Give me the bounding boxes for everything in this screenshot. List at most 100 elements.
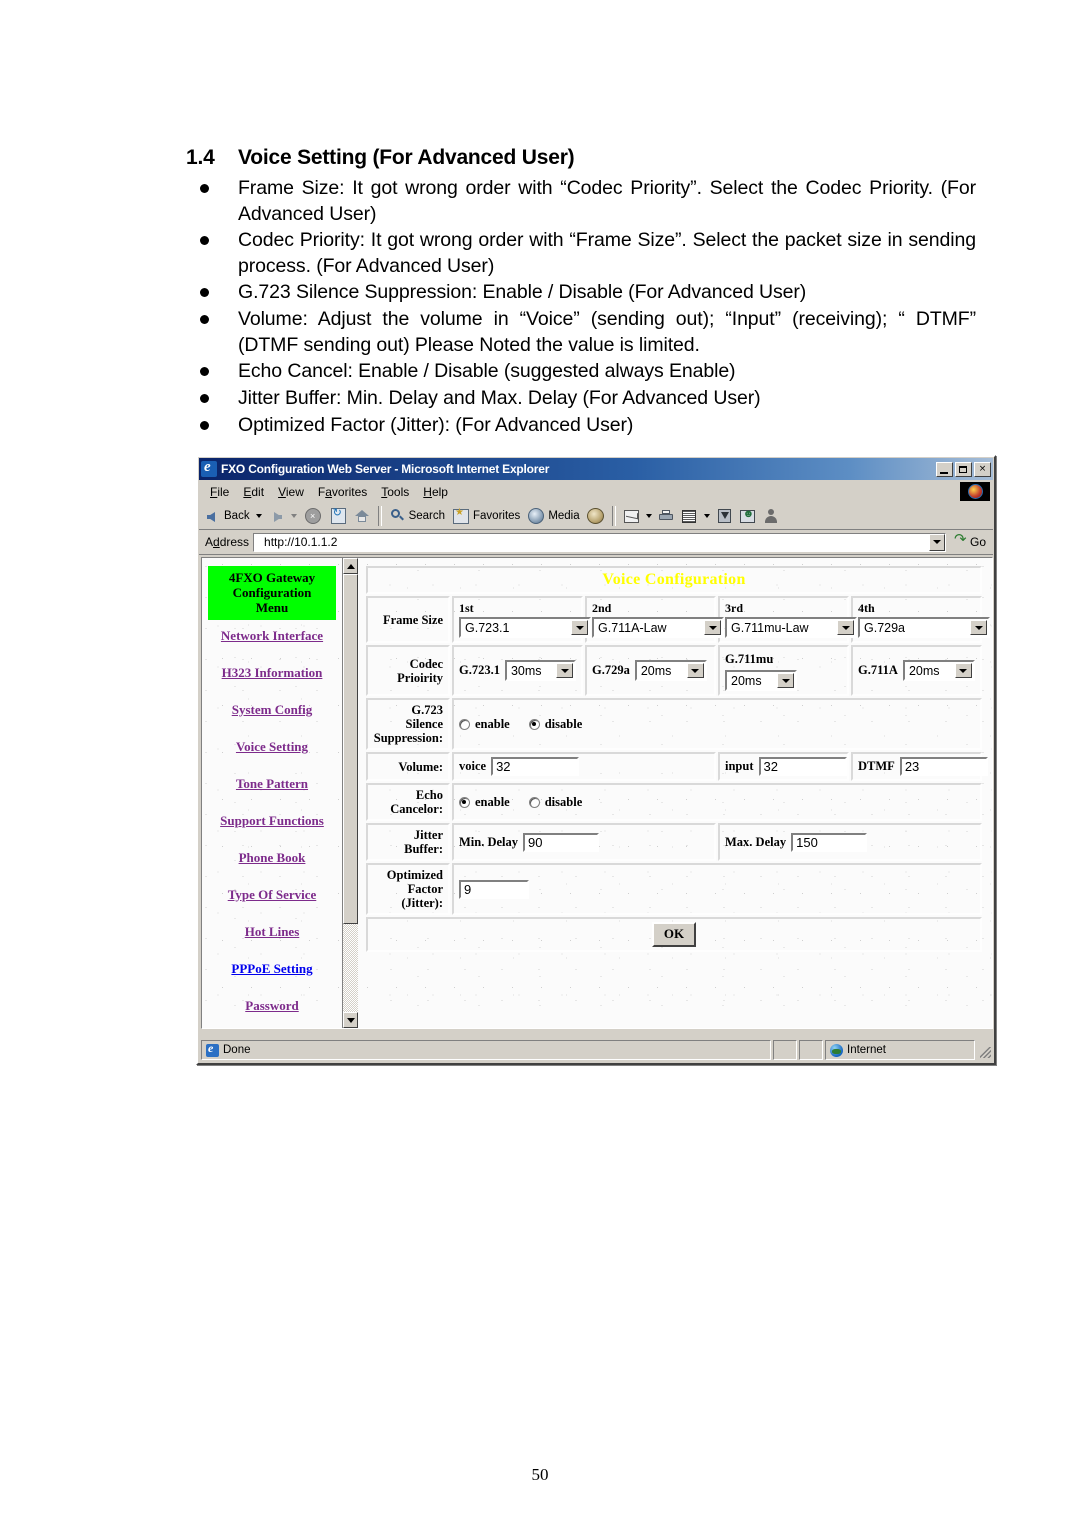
go-button[interactable]: Go [950, 530, 990, 549]
frame-size-select-4[interactable]: G.729a [858, 617, 990, 638]
sidebar-item-type-of-service[interactable]: Type Of Service [206, 887, 338, 903]
frame-size-row: Frame Size 1st G.723.1 2nd G.711A-Law 3r… [366, 596, 990, 643]
sidebar-item-network-interface[interactable]: Network Interface [206, 628, 338, 644]
back-button[interactable]: Back [203, 507, 252, 526]
volume-input-input[interactable] [758, 757, 847, 776]
codec-frame-select-2[interactable]: 20ms [634, 660, 707, 681]
address-input[interactable] [254, 532, 929, 552]
volume-dtmf-input[interactable] [899, 757, 988, 776]
stop-button[interactable]: × [301, 505, 325, 527]
mail-dropdown-icon[interactable] [645, 514, 652, 518]
sidebar-item-phone-book[interactable]: Phone Book [206, 850, 338, 866]
triangle-up-icon [346, 563, 355, 569]
chevron-down-icon[interactable] [954, 663, 972, 678]
optimized-factor-input[interactable] [459, 879, 529, 899]
history-button[interactable] [584, 505, 607, 527]
frame-size-select-3[interactable]: G.711mu-Law [725, 617, 857, 638]
browser-window: FXO Configuration Web Server - Microsoft… [196, 455, 996, 1065]
mail-button[interactable] [621, 507, 642, 526]
codec-frame-select-3[interactable]: 20ms [725, 670, 797, 691]
frame-size-select-1[interactable]: G.723.1 [459, 617, 591, 638]
forward-dropdown-icon[interactable] [290, 514, 297, 518]
print-button[interactable] [656, 507, 676, 526]
menu-item-favorites[interactable]: Favorites [311, 483, 374, 501]
codec-frame-value-4: 20ms [908, 663, 940, 678]
discuss-icon [717, 509, 731, 523]
bullet-marker [186, 413, 238, 439]
scroll-down-button[interactable] [343, 1012, 358, 1028]
jitter-min-cell: Min. Delay [452, 823, 716, 861]
frame-size-select-2[interactable]: G.711A-Law [592, 617, 724, 638]
home-icon [354, 509, 370, 523]
ordinal-2nd: 2nd [592, 601, 612, 615]
frame-size-slot-2: 2nd G.711A-Law [585, 596, 724, 643]
close-button[interactable]: × [974, 461, 991, 477]
menu-item-help[interactable]: Help [416, 483, 455, 501]
edit-dropdown-icon[interactable] [703, 514, 710, 518]
resize-grip[interactable] [977, 1040, 993, 1060]
security-zone-label: Internet [847, 1044, 886, 1056]
home-button[interactable] [352, 507, 373, 526]
edit-button[interactable] [678, 507, 700, 526]
menu-item-edit[interactable]: Edit [236, 483, 271, 501]
sidebar-item-h323-information[interactable]: H323 Information [206, 665, 338, 681]
minimize-button[interactable] [936, 461, 953, 477]
back-dropdown-icon[interactable] [255, 514, 262, 518]
codec-priority-slot-4: G.711A 20ms [851, 645, 982, 696]
sidebar-item-tone-pattern[interactable]: Tone Pattern [206, 776, 338, 792]
scroll-up-button[interactable] [343, 558, 358, 574]
user-button[interactable] [760, 506, 782, 526]
codec-frame-select-1[interactable]: 30ms [504, 660, 576, 681]
messenger-button[interactable] [737, 507, 758, 526]
bullet-text: G.723 Silence Suppression: Enable / Disa… [238, 281, 807, 303]
bullet-text: Echo Cancel: Enable / Disable (suggested… [238, 360, 736, 382]
address-input-wrapper[interactable] [253, 532, 946, 552]
chevron-down-icon[interactable] [571, 620, 588, 635]
sidebar-item-voice-setting[interactable]: Voice Setting [206, 739, 338, 755]
sidebar-item-pppoe-setting[interactable]: PPPoE Setting [206, 961, 338, 977]
sidebar-scrollbar[interactable] [342, 558, 358, 1028]
menu-item-view[interactable]: View [271, 483, 311, 501]
frame-size-slot-4: 4th G.729a [851, 596, 990, 643]
min-delay-input[interactable] [523, 832, 600, 852]
chevron-down-icon[interactable] [704, 620, 721, 635]
bullet-marker [186, 386, 238, 412]
refresh-button[interactable] [327, 505, 350, 527]
codec-frame-select-4[interactable]: 20ms [902, 660, 975, 681]
chevron-down-icon[interactable] [837, 620, 854, 635]
section-title: Voice Setting (For Advanced User) [238, 146, 575, 169]
chevron-down-icon[interactable] [777, 673, 794, 688]
edit-page-icon [681, 509, 696, 523]
forward-button[interactable] [266, 507, 287, 526]
max-delay-input[interactable] [791, 832, 868, 852]
maximize-button[interactable] [955, 461, 972, 477]
favorites-button[interactable]: Favorites [449, 506, 522, 527]
address-dropdown-button[interactable] [928, 533, 945, 551]
sidebar-item-support-functions[interactable]: Support Functions [206, 813, 338, 829]
sidebar-item-password[interactable]: Password [206, 998, 338, 1014]
silence-disable-radio[interactable] [528, 718, 540, 730]
echo-enable-radio[interactable] [459, 796, 470, 808]
volume-voice-input[interactable] [491, 757, 580, 776]
search-button[interactable]: Search [387, 506, 447, 526]
chevron-down-icon [932, 540, 941, 544]
echo-disable-radio[interactable] [528, 796, 540, 808]
menu-item-tools[interactable]: Tools [374, 483, 416, 501]
chevron-down-icon[interactable] [556, 663, 573, 678]
arrow-left-icon [205, 508, 222, 525]
sidebar-item-system-config[interactable]: System Config [206, 702, 338, 718]
bullet-text: Volume: Adjust the volume in “Voice” (se… [238, 308, 976, 356]
silence-label-line-1: G.723 [411, 703, 443, 717]
scrollbar-thumb[interactable] [343, 574, 358, 925]
silence-enable-radio[interactable] [459, 718, 470, 730]
chevron-down-icon[interactable] [970, 620, 987, 635]
discuss-button[interactable] [714, 506, 735, 526]
media-button[interactable]: Media [524, 505, 581, 527]
volume-cell-input: input [718, 752, 849, 781]
status-panel-2 [773, 1040, 797, 1060]
scrollbar-track[interactable] [343, 574, 358, 1012]
chevron-down-icon[interactable] [686, 663, 704, 678]
menu-item-file[interactable]: File [203, 483, 236, 501]
ok-button[interactable]: OK [651, 922, 697, 947]
sidebar-item-hot-lines[interactable]: Hot Lines [206, 924, 338, 940]
